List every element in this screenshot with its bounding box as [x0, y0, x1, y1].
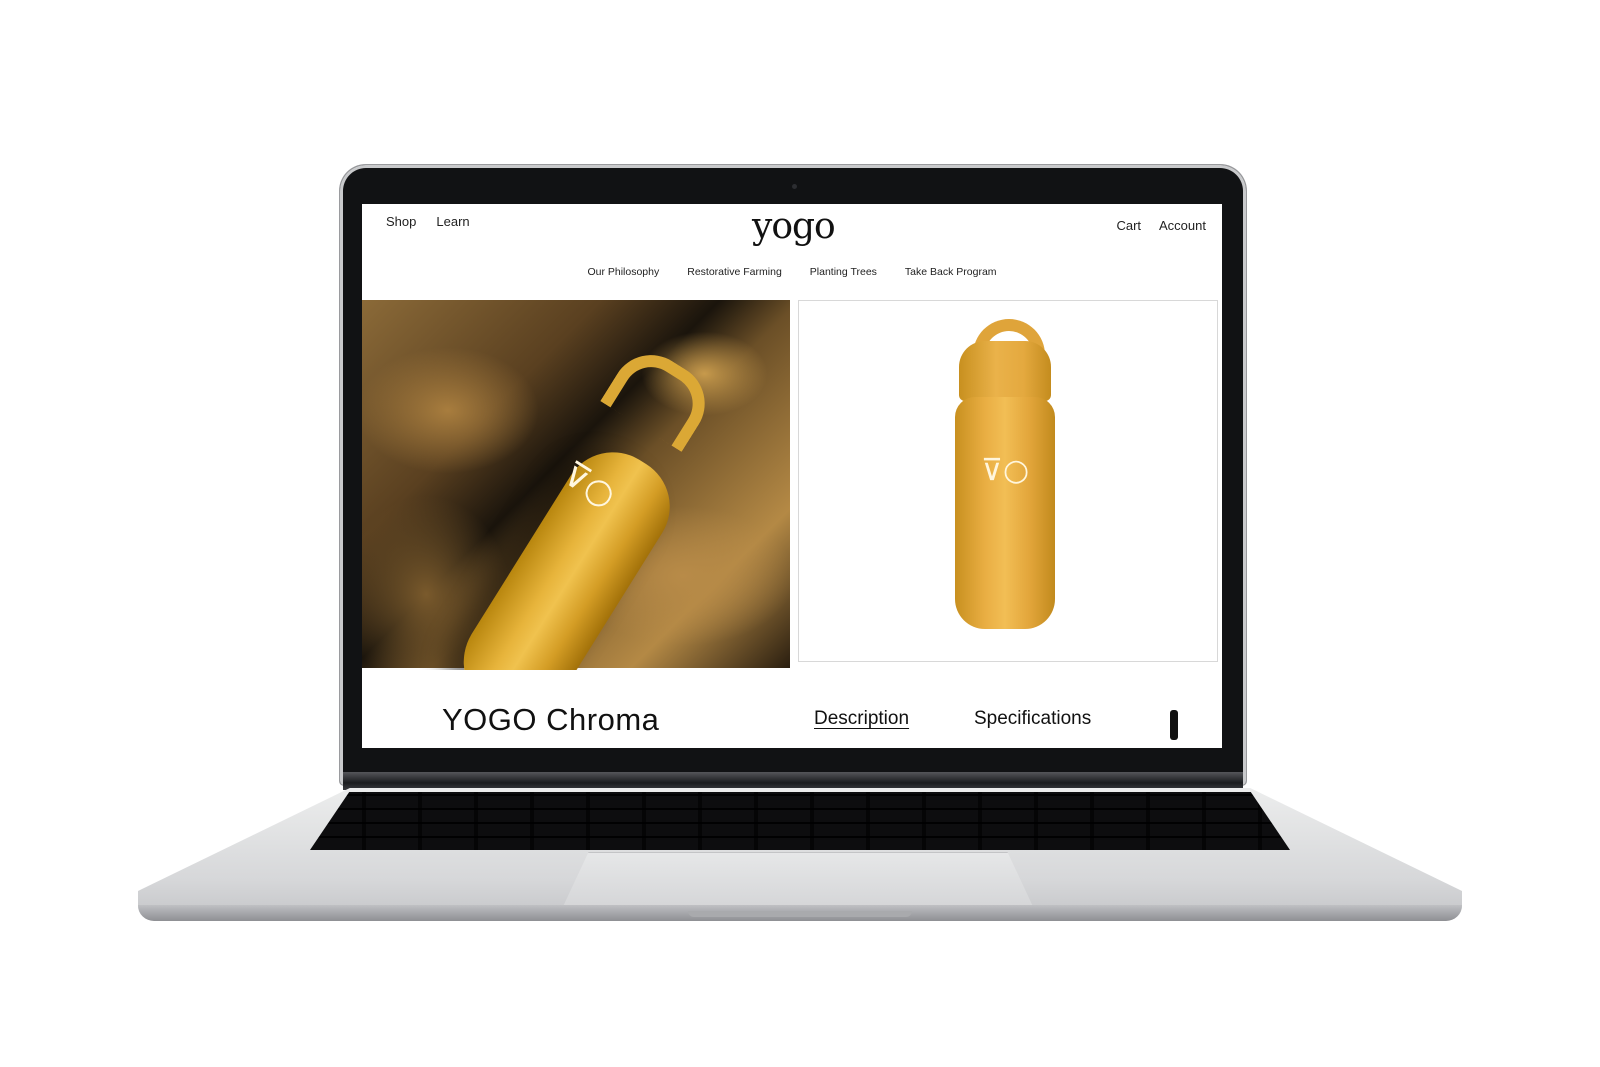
subnav-our-philosophy[interactable]: Our Philosophy	[587, 266, 659, 278]
product-lifestyle-photo[interactable]: ⊽○	[362, 300, 790, 737]
product-info-bar: YOGO Chroma Description Specifications	[362, 670, 1222, 748]
site-logo[interactable]: yogo	[752, 206, 836, 248]
laptop-keyboard	[310, 792, 1290, 850]
nav-shop[interactable]: Shop	[386, 214, 416, 229]
laptop-notch	[688, 911, 912, 917]
account-nav: Cart Account	[1116, 218, 1206, 233]
bottle-lid-shape	[959, 341, 1051, 401]
bottle-shape	[955, 397, 1055, 629]
subnav-planting-trees[interactable]: Planting Trees	[810, 266, 877, 278]
product-title: YOGO Chroma	[442, 702, 660, 737]
laptop-hinge	[343, 772, 1243, 790]
camera-icon	[792, 184, 797, 189]
browser-screen: Shop Learn yogo Cart Account Our Philoso…	[362, 204, 1222, 748]
subnav-restorative-farming[interactable]: Restorative Farming	[687, 266, 782, 278]
primary-nav: Shop Learn	[386, 214, 470, 229]
tab-description[interactable]: Description	[814, 708, 909, 730]
product-studio-photo[interactable]: ⊽○	[798, 300, 1218, 662]
bottle-handle-shape	[600, 340, 720, 452]
tab-specifications[interactable]: Specifications	[974, 708, 1091, 730]
scrollbar-thumb[interactable]	[1170, 710, 1178, 740]
yogo-mark-icon: ⊽○	[981, 453, 1030, 488]
learn-subnav: Our Philosophy Restorative Farming Plant…	[362, 266, 1222, 278]
nav-learn[interactable]: Learn	[436, 214, 469, 229]
nav-account[interactable]: Account	[1159, 218, 1206, 233]
subnav-take-back-program[interactable]: Take Back Program	[905, 266, 997, 278]
laptop-trackpad	[560, 852, 1036, 913]
nav-cart[interactable]: Cart	[1116, 218, 1141, 233]
